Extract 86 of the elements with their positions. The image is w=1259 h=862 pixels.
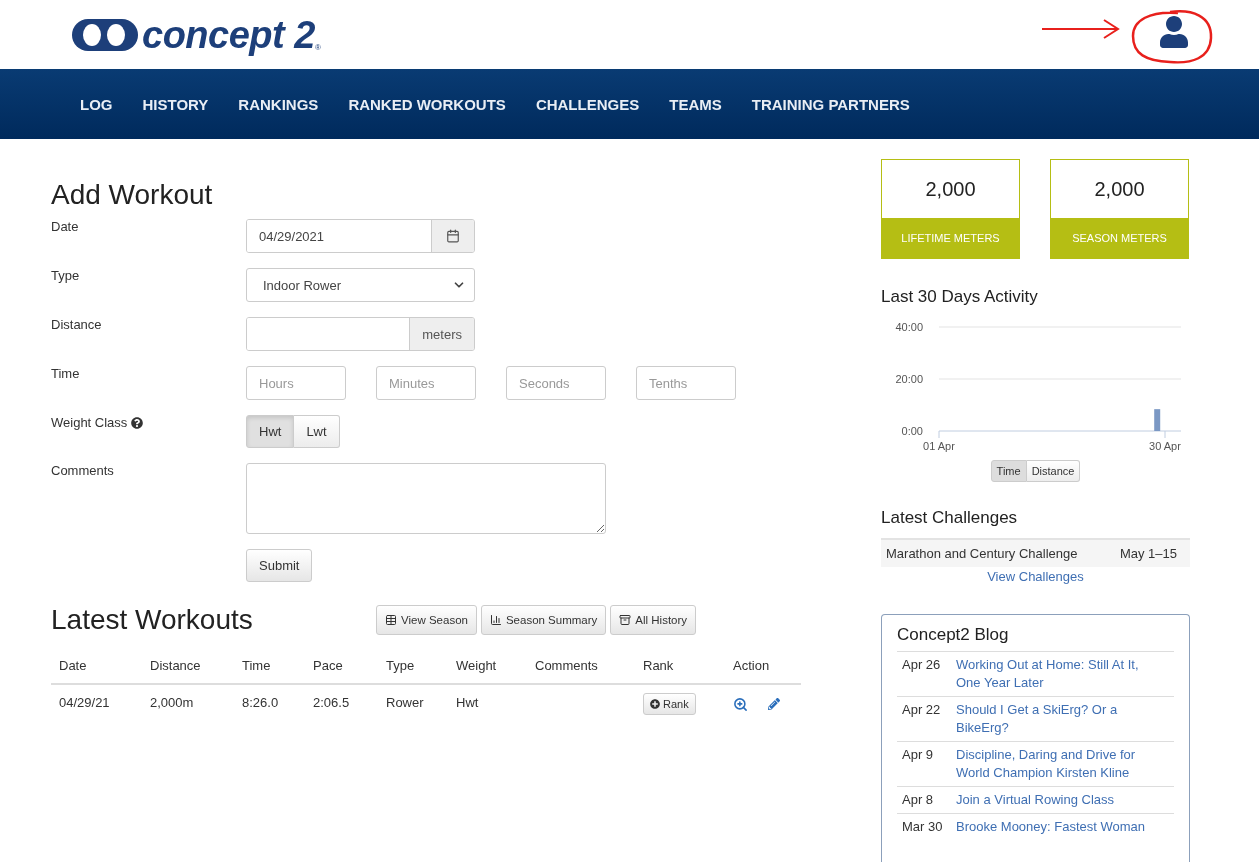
bar-chart-icon — [489, 614, 502, 626]
toolbar-button[interactable]: All History — [610, 605, 697, 635]
table-cell-text: Hwt — [455, 694, 480, 712]
stat-label: LIFETIME METERS — [882, 218, 1019, 258]
column-header: Time — [234, 650, 305, 685]
table-cell-text: Rower — [385, 694, 425, 712]
chart-toggle[interactable]: Distance — [1026, 460, 1081, 482]
field-label: Distance — [51, 317, 102, 332]
nav-link[interactable]: RANKINGS — [238, 95, 319, 113]
post-date: Apr 8 — [902, 791, 935, 809]
column-header: Action — [725, 650, 801, 685]
time-field[interactable]: Seconds — [506, 366, 606, 400]
nav-link[interactable]: LOG — [80, 95, 113, 113]
help-icon[interactable] — [131, 417, 144, 429]
table-cell-text: 8:26.0 — [241, 694, 280, 712]
column-header: Distance — [142, 650, 234, 685]
tick-mark — [1164, 430, 1166, 439]
stat-value: 2,000 — [1093, 176, 1146, 202]
stat-label: SEASON METERS — [1051, 218, 1188, 258]
challenge-dates: May 1–15 — [1119, 546, 1177, 561]
stat-value: 2,000 — [924, 176, 977, 202]
column-header: Date — [51, 650, 142, 685]
post-link[interactable]: Working Out at Home: Still At It, One Year Later — [956, 656, 1156, 692]
table-cell-text: 2,000m — [149, 694, 195, 712]
field-label: Comments — [51, 463, 114, 478]
post-date: Mar 30 — [902, 818, 944, 836]
nav-link[interactable]: CHALLENGES — [535, 95, 640, 113]
post-date: Apr 9 — [902, 746, 935, 764]
field-label: Type — [51, 268, 80, 283]
table-cell-text: 04/29/21 — [58, 694, 111, 712]
tick-mark — [938, 430, 940, 439]
post-link[interactable]: Discipline, Daring and Drive for World Champion Kirsten Kline — [956, 746, 1156, 782]
challenge-name: Marathon and Century Challenge — [886, 546, 1078, 561]
post-date: Apr 26 — [902, 656, 942, 674]
time-field[interactable]: Tenths — [636, 366, 736, 400]
type-select[interactable]: Indoor Rower — [246, 268, 475, 302]
section-title: Latest Workouts — [51, 604, 254, 636]
toolbar-button[interactable]: View Season — [376, 605, 477, 635]
field-label: Time — [51, 366, 80, 381]
post-link[interactable]: Should I Get a SkiErg? Or a BikeErg? — [956, 701, 1156, 737]
section-title: Latest Challenges — [881, 508, 1019, 528]
logo-wordmark: concept 2 — [142, 15, 315, 54]
toolbar-button[interactable]: Season Summary — [480, 605, 607, 635]
time-field[interactable]: Minutes — [376, 366, 476, 400]
distance-input-group[interactable]: meters — [246, 317, 475, 351]
post-link[interactable]: Join a Virtual Rowing Class — [956, 791, 1156, 809]
section-title: Last 30 Days Activity — [881, 287, 1039, 307]
axis-label: 20:00 — [895, 373, 923, 385]
archive-icon — [619, 614, 632, 626]
nav-link[interactable]: HISTORY — [142, 95, 209, 113]
table-icon — [385, 614, 397, 626]
calendar-icon[interactable] — [446, 229, 460, 243]
comments-field[interactable] — [246, 463, 606, 534]
column-header: Rank — [635, 650, 725, 685]
nav-link[interactable]: TEAMS — [669, 95, 722, 113]
time-field[interactable]: Hours — [246, 366, 346, 400]
column-header: Weight — [448, 650, 527, 685]
column-header: Comments — [527, 650, 635, 685]
axis-label: 30 Apr — [1149, 440, 1181, 452]
table-cell-text: 2:06.5 — [312, 694, 351, 712]
field-label: Weight Class — [51, 415, 128, 430]
axis-label: 01 Apr — [923, 440, 955, 452]
panel-title: Concept2 Blog — [897, 625, 1010, 645]
view-challenges-link[interactable]: View Challenges — [987, 569, 1084, 584]
weight-class-button[interactable]: Lwt — [294, 415, 340, 448]
unit-label: meters — [409, 318, 474, 350]
user-icon[interactable] — [1158, 16, 1190, 48]
page-title: Add Workout — [51, 179, 214, 211]
post-link[interactable]: Brooke Mooney: Fastest Woman — [956, 818, 1156, 836]
submit-button[interactable]: Submit — [246, 549, 313, 582]
nav-link[interactable]: TRAINING PARTNERS — [751, 95, 910, 113]
weight-class-button[interactable]: Hwt — [246, 415, 295, 448]
axis-label: 40:00 — [895, 321, 923, 333]
registered-mark: ® — [314, 42, 321, 52]
axis-label: 0:00 — [901, 425, 923, 437]
nav-link[interactable]: RANKED WORKOUTS — [348, 95, 506, 113]
zoom-in-icon[interactable] — [733, 696, 748, 712]
chart-toggle[interactable]: Time — [990, 460, 1027, 482]
column-header: Type — [378, 650, 448, 685]
date-input-group[interactable]: 04/29/2021 — [246, 219, 475, 253]
rank-button[interactable]: Rank — [643, 693, 696, 715]
pencil-icon[interactable] — [768, 698, 780, 710]
logo-mark — [72, 18, 138, 51]
column-header: Pace — [305, 650, 378, 685]
field-label: Date — [51, 219, 79, 234]
post-date: Apr 22 — [902, 701, 942, 719]
